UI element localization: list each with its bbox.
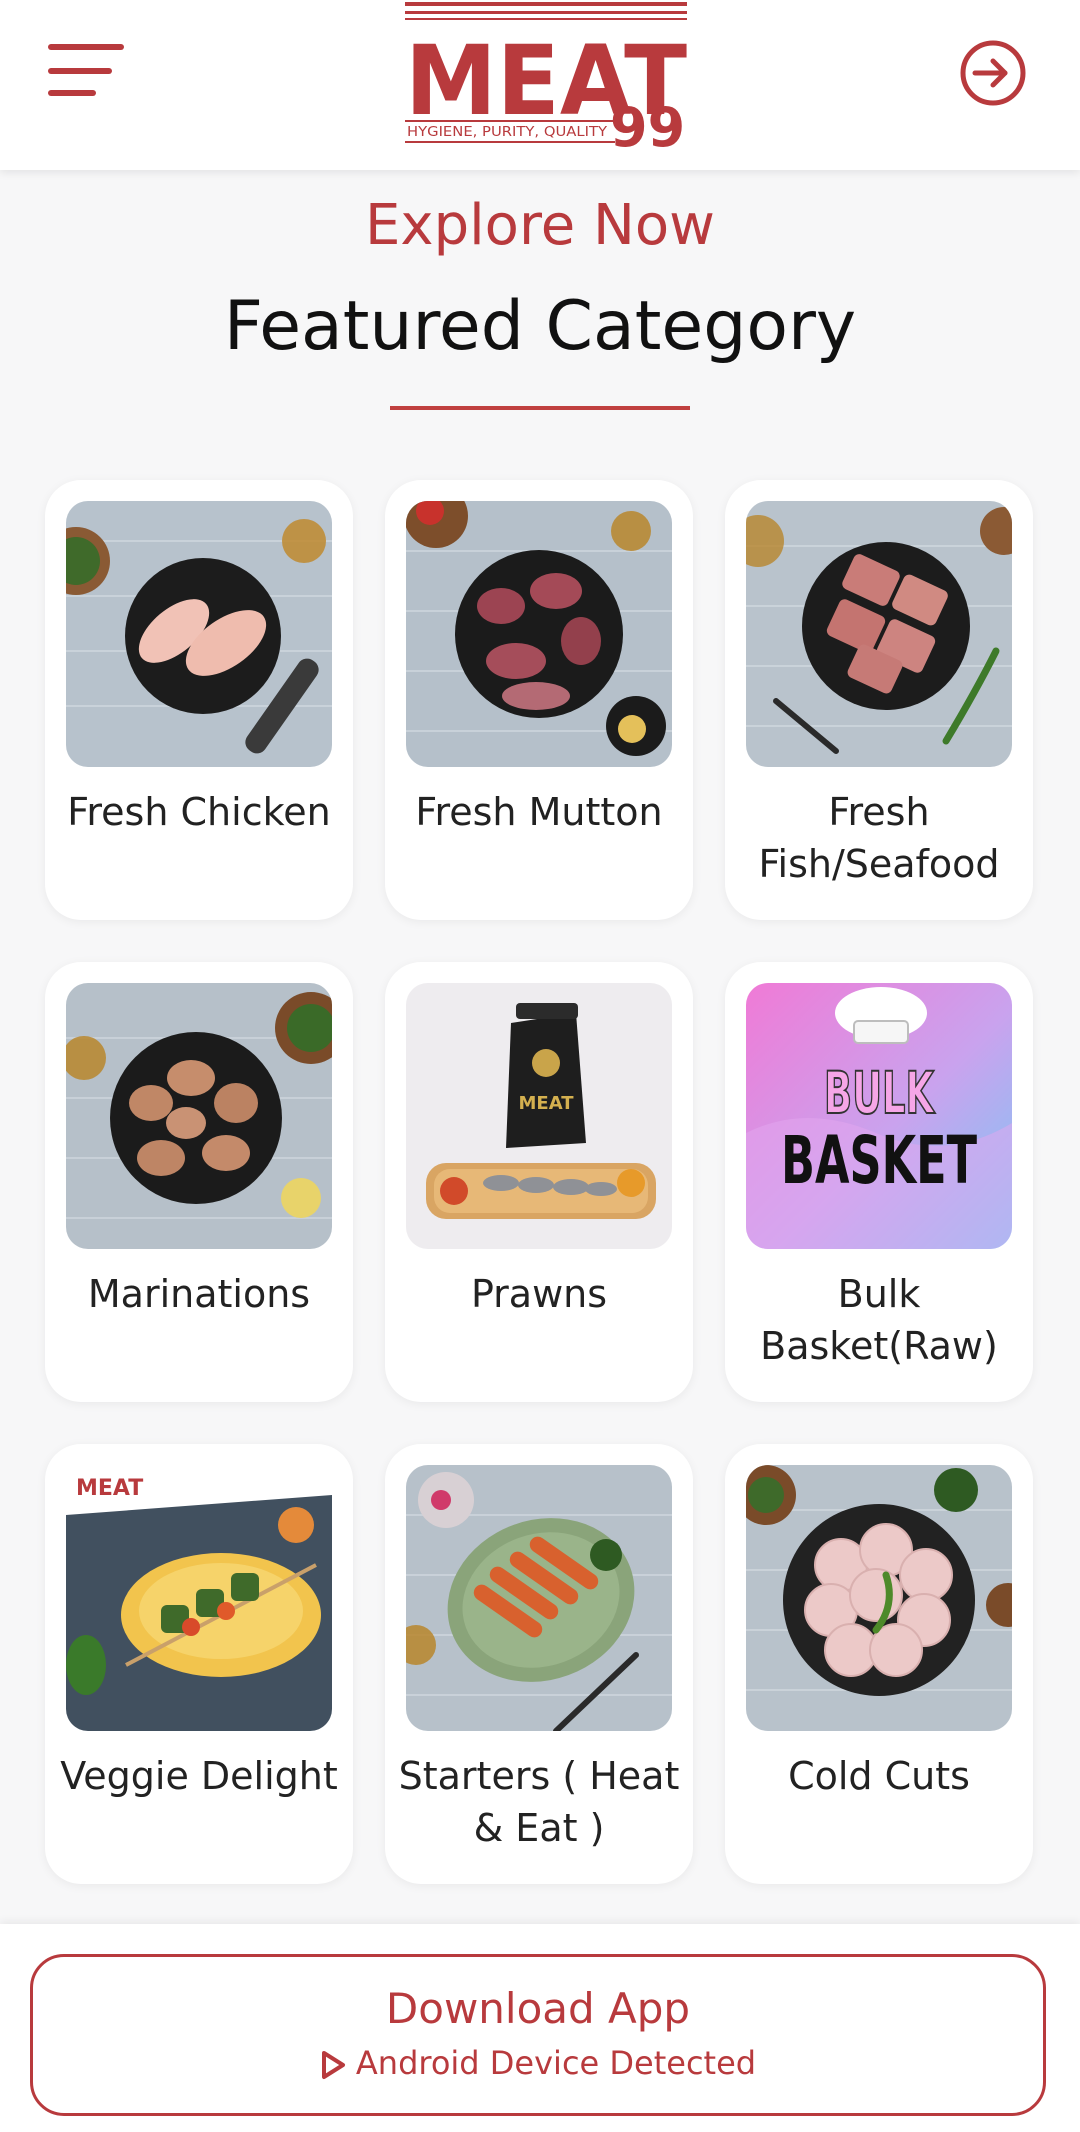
- category-label: Marinations: [87, 1272, 311, 1316]
- title-underline: [390, 406, 690, 410]
- featured-category-title: Featured Category: [223, 287, 857, 366]
- fresh-chicken-image: [66, 501, 332, 767]
- top-header: MEAT HYGIENE, PURITY, QUALITY 99: [0, 0, 1080, 170]
- android-detected-text: Android Device Detected: [355, 2044, 757, 2082]
- category-label: Cold Cuts: [788, 1754, 970, 1798]
- fresh-mutton-image: [406, 501, 672, 767]
- sign-in-icon[interactable]: [955, 35, 1031, 111]
- starters-image: [406, 1465, 672, 1731]
- svg-text:MEAT: MEAT: [518, 1093, 574, 1114]
- category-label: Veggie Delight: [60, 1754, 338, 1798]
- explore-now-kicker: Explore Now: [365, 193, 715, 258]
- category-card-fresh-chicken[interactable]: Fresh Chicken: [45, 480, 353, 920]
- svg-text:BASKET: BASKET: [781, 1122, 977, 1199]
- marinations-image: [66, 983, 332, 1249]
- category-card-veggie-delight[interactable]: MEAT Veggie Delight: [45, 1444, 353, 1884]
- category-label: Prawns: [470, 1272, 608, 1316]
- bulk-basket-banner: BULK BASKET: [746, 983, 1012, 1249]
- download-app-title: Download App: [385, 1984, 691, 2033]
- category-label: Fresh Mutton: [415, 790, 663, 834]
- category-label: Starters ( Heat & Eat ): [398, 1754, 680, 1850]
- section-heading: Explore Now Featured Category: [0, 180, 1080, 382]
- prawns-image: MEAT: [406, 983, 672, 1249]
- svg-text:HYGIENE, PURITY, QUALITY: HYGIENE, PURITY, QUALITY: [407, 125, 607, 140]
- category-label: Fresh Chicken: [67, 790, 331, 834]
- category-card-bulk-basket[interactable]: BULK BASKET Bulk Basket(Raw): [725, 962, 1033, 1402]
- svg-text:MEAT: MEAT: [76, 1476, 143, 1501]
- category-label: Fresh Fish/Seafood: [758, 790, 1000, 886]
- hamburger-menu-icon[interactable]: [36, 30, 136, 110]
- android-detected-note: Android Device Detected: [33, 2039, 1043, 2087]
- meat99-logo[interactable]: MEAT HYGIENE, PURITY, QUALITY 99: [405, 0, 695, 150]
- svg-text:99: 99: [610, 96, 685, 150]
- category-card-marinations[interactable]: Marinations: [45, 962, 353, 1402]
- category-card-cold-cuts[interactable]: Cold Cuts: [725, 1444, 1033, 1884]
- fresh-fish-image: [746, 501, 1012, 767]
- play-triangle-icon: [321, 2051, 345, 2079]
- veggie-delight-image: MEAT: [66, 1465, 332, 1731]
- category-card-fresh-fish-seafood[interactable]: Fresh Fish/Seafood: [725, 480, 1033, 920]
- category-card-starters[interactable]: Starters ( Heat & Eat ): [385, 1444, 693, 1884]
- category-label: Bulk Basket(Raw): [760, 1272, 998, 1368]
- download-app-button[interactable]: Download App Android Device Detected: [30, 1954, 1046, 2116]
- download-app-bar: Download App Android Device Detected: [0, 1924, 1080, 2132]
- cold-cuts-image: [746, 1465, 1012, 1731]
- category-card-prawns[interactable]: MEAT Prawns: [385, 962, 693, 1402]
- svg-text:BULK: BULK: [824, 1059, 935, 1127]
- category-card-fresh-mutton[interactable]: Fresh Mutton: [385, 480, 693, 920]
